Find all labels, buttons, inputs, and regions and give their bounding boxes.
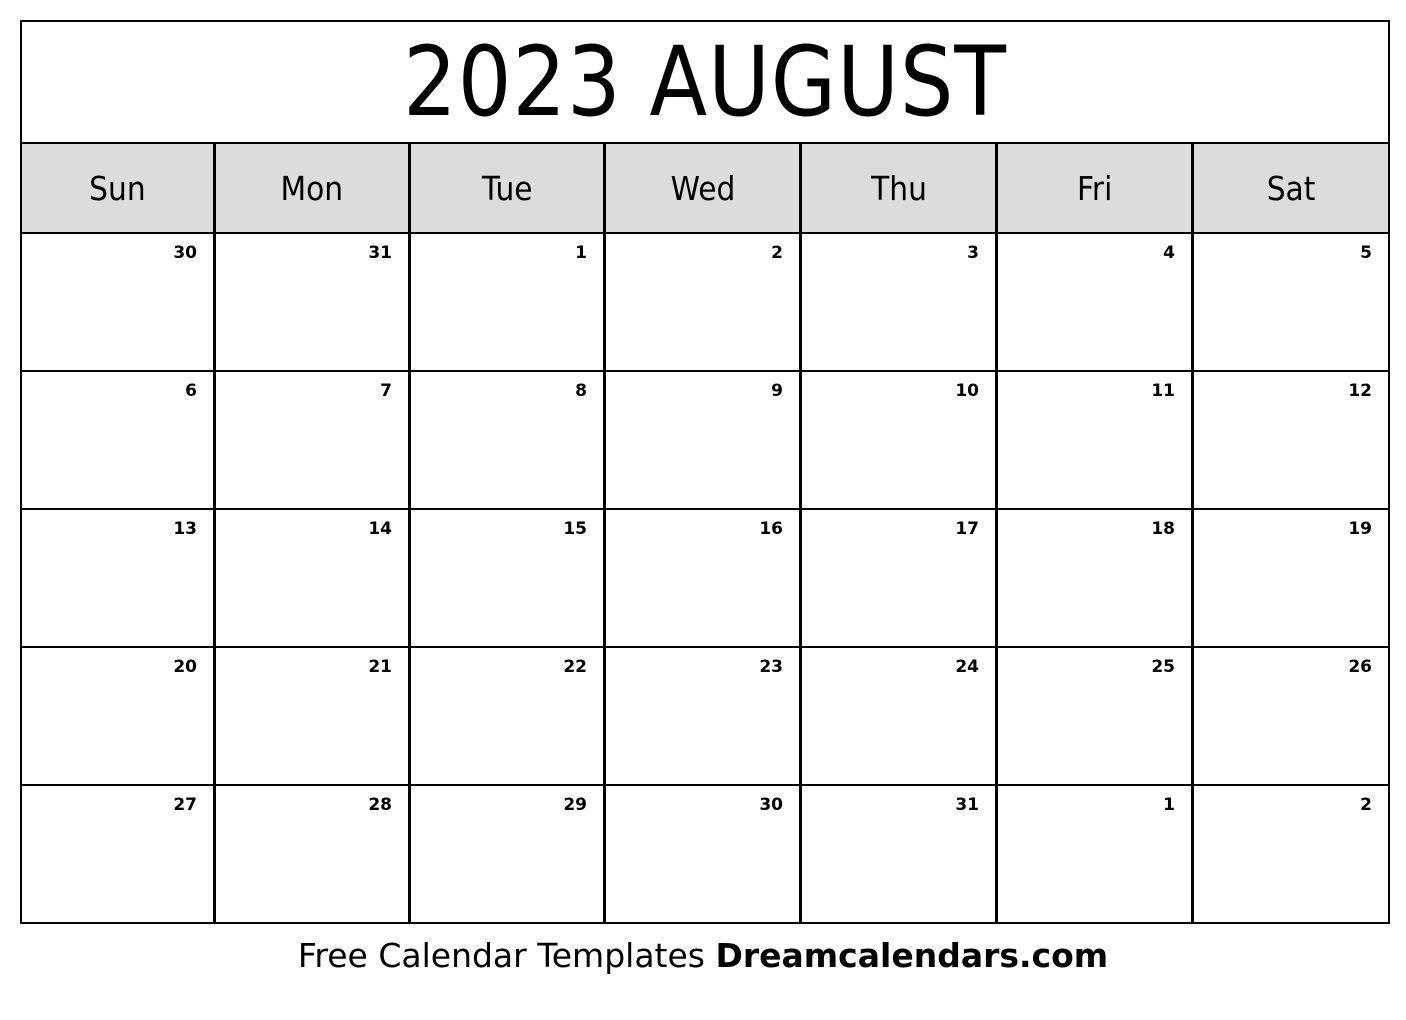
day-number: 2 [1360, 795, 1372, 815]
day-number: 1 [1163, 795, 1175, 815]
day-cell[interactable]: 19 [1194, 510, 1388, 646]
day-number: 26 [1348, 657, 1372, 677]
day-number: 28 [368, 795, 392, 815]
day-number: 25 [1151, 657, 1175, 677]
day-number: 3 [967, 243, 979, 263]
weekday-wed: Wed [606, 144, 802, 232]
day-cell[interactable]: 3 [802, 234, 998, 370]
day-number: 30 [173, 243, 197, 263]
day-number: 31 [368, 243, 392, 263]
day-cell[interactable]: 5 [1194, 234, 1388, 370]
day-number: 11 [1151, 381, 1175, 401]
day-number: 29 [563, 795, 587, 815]
week-row: 13 14 15 16 17 18 19 [22, 510, 1388, 648]
day-cell[interactable]: 17 [802, 510, 998, 646]
day-cell[interactable]: 9 [606, 372, 802, 508]
day-cell[interactable]: 20 [22, 648, 216, 784]
day-number: 18 [1151, 519, 1175, 539]
day-cell[interactable]: 12 [1194, 372, 1388, 508]
day-cell[interactable]: 2 [1194, 786, 1388, 922]
weekday-label: Fri [1076, 168, 1113, 208]
weekday-tue: Tue [411, 144, 606, 232]
week-row: 6 7 8 9 10 11 12 [22, 372, 1388, 510]
weeks-grid: 30 31 1 2 3 4 5 6 7 8 9 10 11 12 13 14 15 16 17 18 19 20 21 22 2… [22, 234, 1388, 924]
day-cell[interactable]: 16 [606, 510, 802, 646]
day-cell[interactable]: 31 [802, 786, 998, 922]
day-cell[interactable]: 25 [998, 648, 1194, 784]
week-row: 20 21 22 23 24 25 26 [22, 648, 1388, 786]
day-number: 1 [575, 243, 587, 263]
day-cell[interactable]: 4 [998, 234, 1194, 370]
day-number: 7 [380, 381, 392, 401]
day-number: 30 [759, 795, 783, 815]
day-cell[interactable]: 11 [998, 372, 1194, 508]
day-number: 23 [759, 657, 783, 677]
day-number: 6 [185, 381, 197, 401]
day-cell[interactable]: 1 [411, 234, 606, 370]
week-row: 30 31 1 2 3 4 5 [22, 234, 1388, 372]
day-number: 9 [771, 381, 783, 401]
weekday-label: Tue [481, 168, 533, 208]
day-cell[interactable]: 7 [216, 372, 411, 508]
day-number: 12 [1348, 381, 1372, 401]
day-number: 19 [1348, 519, 1372, 539]
day-number: 22 [563, 657, 587, 677]
weekday-sun: Sun [22, 144, 216, 232]
day-cell[interactable]: 10 [802, 372, 998, 508]
day-cell[interactable]: 29 [411, 786, 606, 922]
weekday-sat: Sat [1194, 144, 1388, 232]
day-number: 31 [955, 795, 979, 815]
day-cell[interactable]: 28 [216, 786, 411, 922]
weekday-label: Mon [280, 168, 344, 208]
day-cell[interactable]: 13 [22, 510, 216, 646]
calendar-title: 2023 AUGUST [22, 22, 1388, 144]
day-cell[interactable]: 31 [216, 234, 411, 370]
day-number: 4 [1163, 243, 1175, 263]
day-cell[interactable]: 23 [606, 648, 802, 784]
day-number: 14 [368, 519, 392, 539]
day-number: 2 [771, 243, 783, 263]
weekday-thu: Thu [802, 144, 998, 232]
day-number: 10 [955, 381, 979, 401]
day-cell[interactable]: 30 [606, 786, 802, 922]
day-number: 16 [759, 519, 783, 539]
day-number: 20 [173, 657, 197, 677]
footer-brand-link[interactable]: Dreamcalendars.com [715, 936, 1108, 975]
day-number: 24 [955, 657, 979, 677]
day-cell[interactable]: 18 [998, 510, 1194, 646]
day-cell[interactable]: 6 [22, 372, 216, 508]
weekday-mon: Mon [216, 144, 411, 232]
day-cell[interactable]: 24 [802, 648, 998, 784]
day-number: 27 [173, 795, 197, 815]
day-cell[interactable]: 1 [998, 786, 1194, 922]
day-cell[interactable]: 21 [216, 648, 411, 784]
day-cell[interactable]: 27 [22, 786, 216, 922]
title-text: 2023 AUGUST [403, 26, 1007, 138]
weekday-label: Sat [1266, 168, 1316, 208]
calendar: 2023 AUGUST Sun Mon Tue Wed Thu Fri Sat 30 31 1 2… [20, 20, 1390, 924]
day-number: 21 [368, 657, 392, 677]
day-cell[interactable]: 8 [411, 372, 606, 508]
day-cell[interactable]: 22 [411, 648, 606, 784]
day-cell[interactable]: 26 [1194, 648, 1388, 784]
weekday-label: Sun [89, 168, 146, 208]
weekday-label: Wed [670, 168, 735, 208]
weekday-header: Sun Mon Tue Wed Thu Fri Sat [22, 144, 1388, 234]
day-cell[interactable]: 30 [22, 234, 216, 370]
day-number: 13 [173, 519, 197, 539]
footer: Free Calendar Templates Dreamcalendars.c… [0, 936, 1406, 975]
day-number: 17 [955, 519, 979, 539]
day-cell[interactable]: 14 [216, 510, 411, 646]
week-row: 27 28 29 30 31 1 2 [22, 786, 1388, 924]
day-cell[interactable]: 15 [411, 510, 606, 646]
weekday-label: Thu [870, 168, 927, 208]
footer-text: Free Calendar Templates [297, 936, 705, 975]
day-number: 5 [1360, 243, 1372, 263]
day-number: 15 [563, 519, 587, 539]
weekday-fri: Fri [998, 144, 1194, 232]
day-cell[interactable]: 2 [606, 234, 802, 370]
day-number: 8 [575, 381, 587, 401]
